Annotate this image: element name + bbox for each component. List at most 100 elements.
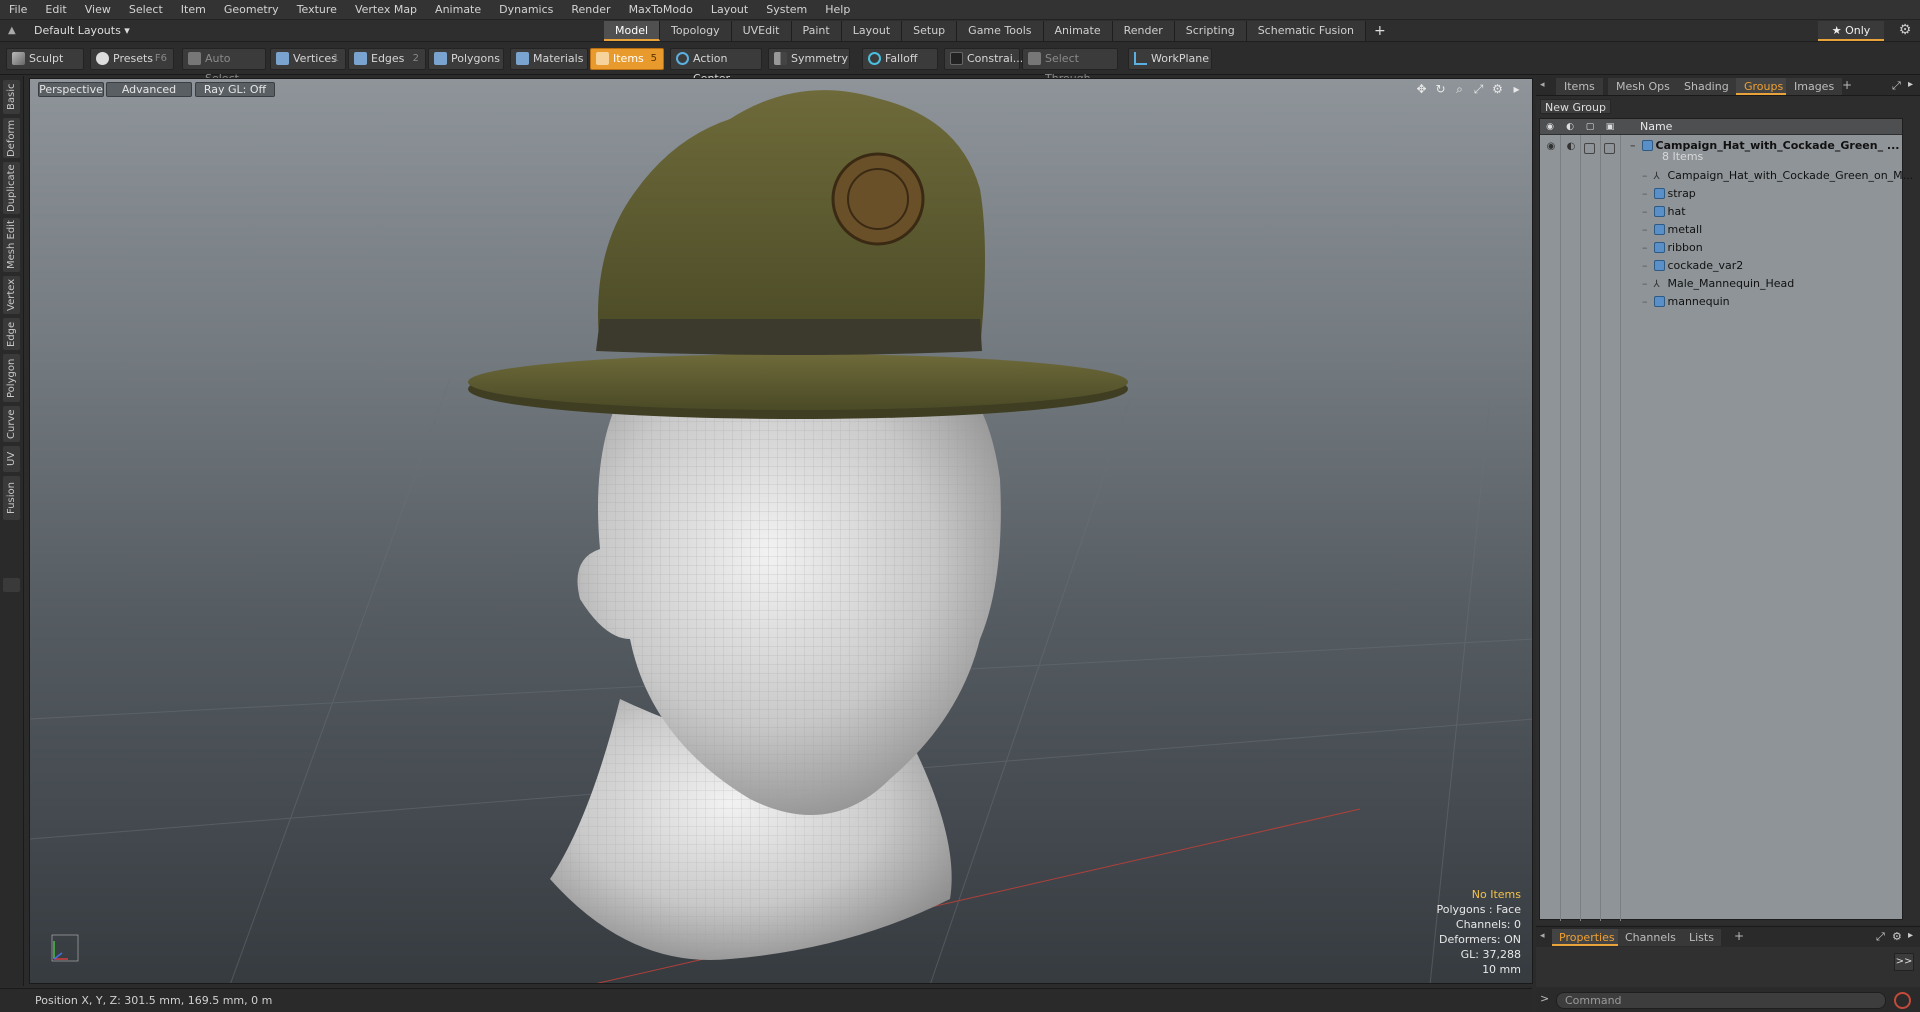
tab-scripting[interactable]: Scripting bbox=[1174, 21, 1247, 41]
select-column-icon[interactable]: ▣ bbox=[1603, 120, 1617, 134]
vtab-fusion[interactable]: Fusion bbox=[3, 476, 20, 520]
menu-geometry[interactable]: Geometry bbox=[215, 0, 288, 20]
vtab-vertex[interactable]: Vertex bbox=[3, 276, 20, 314]
tab-uvedit[interactable]: UVEdit bbox=[731, 21, 792, 41]
list-item[interactable]: – ⅄ Campaign_Hat_with_Cockade_Green_on_M..… bbox=[1642, 167, 1913, 185]
properties-collapse-icon[interactable]: ▸ bbox=[1908, 930, 1913, 941]
items-button[interactable]: Items 5 bbox=[590, 48, 664, 70]
list-item[interactable]: – metall bbox=[1642, 221, 1702, 239]
expand-panel-icon[interactable]: ⤢ bbox=[1892, 79, 1901, 93]
tab-model[interactable]: Model bbox=[604, 21, 661, 41]
vtab-uv[interactable]: UV bbox=[3, 446, 20, 472]
list-item[interactable]: – strap bbox=[1642, 185, 1696, 203]
rotate-view-icon[interactable]: ↻ bbox=[1433, 82, 1448, 97]
vtab-duplicate[interactable]: Duplicate bbox=[3, 162, 20, 214]
menu-maxtomodo[interactable]: MaxToModo bbox=[620, 0, 702, 20]
command-input[interactable]: Command bbox=[1556, 992, 1886, 1009]
menu-item[interactable]: Item bbox=[172, 0, 215, 20]
add-properties-tab-button[interactable]: + bbox=[1734, 929, 1744, 943]
materials-button[interactable]: Materials bbox=[510, 48, 588, 70]
properties-gear-icon[interactable]: ⚙ bbox=[1892, 930, 1902, 943]
expand-toggle-icon[interactable]: – bbox=[1630, 139, 1636, 152]
3d-viewport[interactable]: Perspective Advanced Ray GL: Off ✥ ↻ ⌕ ⤢… bbox=[29, 78, 1533, 984]
menu-select[interactable]: Select bbox=[120, 0, 172, 20]
workplane-button[interactable]: WorkPlane bbox=[1128, 48, 1212, 70]
menu-layout[interactable]: Layout bbox=[702, 0, 757, 20]
tab-game-tools[interactable]: Game Tools bbox=[957, 21, 1044, 41]
properties-menu-icon[interactable]: ◂ bbox=[1540, 931, 1545, 941]
expand-properties-icon[interactable]: ⤢ bbox=[1876, 930, 1885, 944]
perspective-dropdown[interactable]: Perspective bbox=[38, 82, 104, 97]
tab-paint[interactable]: Paint bbox=[791, 21, 842, 41]
tab-setup[interactable]: Setup bbox=[902, 21, 958, 41]
tab-animate[interactable]: Animate bbox=[1043, 21, 1113, 41]
group-visibility-icon[interactable]: ◉ bbox=[1544, 141, 1558, 155]
list-item[interactable]: – hat bbox=[1642, 203, 1686, 221]
vtab-mesh-edit[interactable]: Mesh Edit bbox=[3, 218, 20, 272]
vtab-deform[interactable]: Deform bbox=[3, 118, 20, 158]
command-history-icon[interactable] bbox=[1894, 992, 1911, 1009]
new-group-button[interactable]: New Group bbox=[1540, 99, 1611, 114]
tab-properties[interactable]: Properties bbox=[1552, 929, 1622, 946]
menu-texture[interactable]: Texture bbox=[288, 0, 346, 20]
only-toggle-button[interactable]: ★ Only bbox=[1818, 21, 1884, 41]
group-select-checkbox[interactable] bbox=[1604, 143, 1615, 154]
menu-render[interactable]: Render bbox=[562, 0, 619, 20]
auto-select-button[interactable]: Auto Select bbox=[182, 48, 266, 85]
add-panel-tab-button[interactable]: + bbox=[1842, 78, 1852, 92]
expand-properties-button[interactable]: >> bbox=[1894, 953, 1914, 971]
vtab-collapse-button[interactable] bbox=[3, 578, 20, 592]
presets-button[interactable]: Presets F6 bbox=[90, 48, 174, 70]
list-item[interactable]: – mannequin bbox=[1642, 293, 1730, 311]
add-tab-button[interactable]: + bbox=[1366, 21, 1394, 41]
gear-icon[interactable]: ⚙ bbox=[1896, 22, 1914, 40]
menu-dynamics[interactable]: Dynamics bbox=[490, 0, 562, 20]
advanced-dropdown[interactable]: Advanced bbox=[106, 82, 192, 97]
polygons-button[interactable]: Polygons bbox=[428, 48, 504, 70]
vertices-button[interactable]: Vertices 1 bbox=[270, 48, 346, 70]
panel-collapse-icon[interactable]: ▸ bbox=[1908, 79, 1913, 90]
raygl-toggle[interactable]: Ray GL: Off bbox=[195, 82, 275, 97]
move-view-icon[interactable]: ✥ bbox=[1414, 82, 1429, 97]
vtab-polygon[interactable]: Polygon bbox=[3, 354, 20, 402]
name-column-header[interactable]: Name bbox=[1640, 119, 1672, 135]
action-center-button[interactable]: Action Center bbox=[670, 48, 762, 85]
tab-render[interactable]: Render bbox=[1112, 21, 1175, 41]
list-item[interactable]: – ⅄ Male_Mannequin_Head bbox=[1642, 275, 1794, 293]
group-lock-checkbox[interactable] bbox=[1584, 143, 1595, 154]
menu-system[interactable]: System bbox=[757, 0, 816, 20]
tab-lists[interactable]: Lists bbox=[1682, 929, 1721, 946]
list-item[interactable]: – cockade_var2 bbox=[1642, 257, 1743, 275]
viewport-expand-icon[interactable]: ▸ bbox=[1509, 82, 1524, 97]
symmetry-button[interactable]: Symmetry bbox=[768, 48, 850, 70]
tab-channels[interactable]: Channels bbox=[1618, 929, 1683, 946]
tab-topology[interactable]: Topology bbox=[660, 21, 732, 41]
tab-mesh-ops[interactable]: Mesh Ops bbox=[1608, 78, 1678, 95]
tab-layout[interactable]: Layout bbox=[841, 21, 903, 41]
vtab-edge[interactable]: Edge bbox=[3, 318, 20, 350]
select-through-button[interactable]: Select Through bbox=[1022, 48, 1118, 85]
fit-view-icon[interactable]: ⤢ bbox=[1471, 82, 1486, 97]
tab-items[interactable]: Items bbox=[1556, 78, 1603, 95]
sculpt-button[interactable]: Sculpt bbox=[6, 48, 84, 70]
constrain-button[interactable]: Constrai... bbox=[944, 48, 1023, 70]
falloff-button[interactable]: Falloff bbox=[862, 48, 938, 70]
tab-images[interactable]: Images bbox=[1786, 78, 1843, 95]
vtab-basic[interactable]: Basic bbox=[3, 80, 20, 114]
list-item[interactable]: – ribbon bbox=[1642, 239, 1703, 257]
menu-animate[interactable]: Animate bbox=[426, 0, 490, 20]
menu-file[interactable]: File bbox=[0, 0, 36, 20]
visibility-column-icon[interactable]: ◉ bbox=[1543, 120, 1557, 134]
tab-schematic-fusion[interactable]: Schematic Fusion bbox=[1246, 21, 1367, 41]
layout-dropdown[interactable]: Default Layouts ▾ bbox=[34, 23, 130, 39]
render-column-icon[interactable]: ◐ bbox=[1563, 120, 1577, 134]
layout-toggle-icon[interactable]: ▲ bbox=[8, 25, 20, 37]
zoom-view-icon[interactable]: ⌕ bbox=[1452, 82, 1467, 97]
lock-column-icon[interactable]: ▢ bbox=[1583, 120, 1597, 134]
tab-shading[interactable]: Shading bbox=[1676, 78, 1737, 95]
vtab-curve[interactable]: Curve bbox=[3, 406, 20, 442]
menu-edit[interactable]: Edit bbox=[36, 0, 75, 20]
menu-vertex-map[interactable]: Vertex Map bbox=[346, 0, 426, 20]
viewport-settings-icon[interactable]: ⚙ bbox=[1490, 82, 1505, 97]
menu-help[interactable]: Help bbox=[816, 0, 859, 20]
